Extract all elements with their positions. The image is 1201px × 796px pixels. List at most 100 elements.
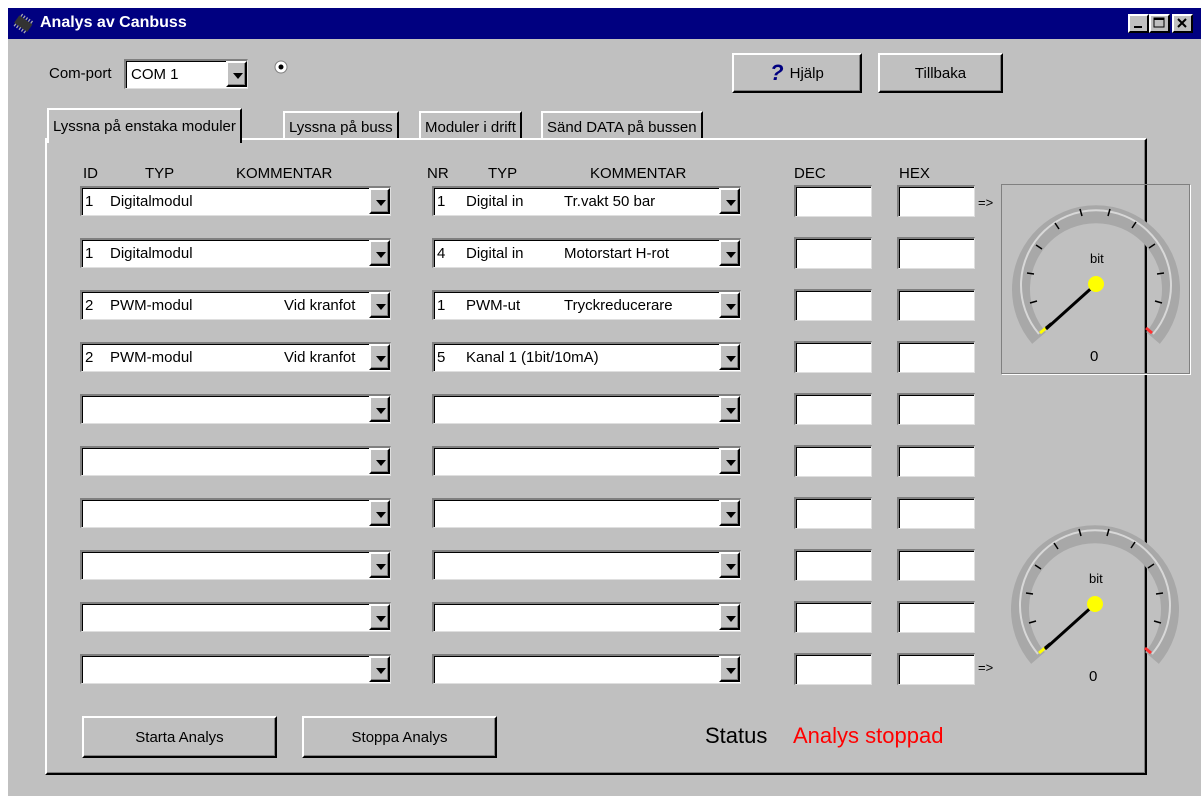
hex-field[interactable] — [897, 497, 975, 529]
dropdown-arrow-button[interactable] — [369, 240, 390, 266]
hex-field[interactable] — [897, 601, 975, 633]
arrow-marker: => — [978, 195, 994, 210]
dropdown-arrow-button[interactable] — [369, 344, 390, 370]
maximize-button[interactable] — [1149, 14, 1170, 33]
signal-field: 5 — [437, 349, 446, 366]
module-select[interactable] — [80, 394, 391, 424]
module-select[interactable]: 1 Digitalmodul — [80, 238, 391, 268]
hex-field[interactable] — [897, 393, 975, 425]
dec-field[interactable] — [794, 393, 872, 425]
chevron-down-icon — [376, 200, 386, 206]
module-select[interactable] — [80, 550, 391, 580]
signal-field: Motorstart H-rot — [564, 245, 670, 262]
module-select[interactable]: 2 PWM-modul Vid kranfot — [80, 342, 391, 372]
module-select[interactable] — [80, 498, 391, 528]
dropdown-arrow-button[interactable] — [369, 188, 390, 214]
header-kommentar: KOMMENTAR — [236, 165, 333, 182]
hex-field[interactable] — [897, 549, 975, 581]
module-field: 2 — [85, 297, 94, 314]
signal-select[interactable]: 1 PWM-ut Tryckreducerare — [432, 290, 741, 320]
module-select[interactable]: 2 PWM-modul Vid kranfot — [80, 290, 391, 320]
dropdown-arrow-button[interactable] — [719, 344, 740, 370]
chevron-down-icon — [726, 252, 736, 258]
dec-field[interactable] — [794, 601, 872, 633]
dec-field[interactable] — [794, 289, 872, 321]
minimize-icon — [1134, 26, 1142, 28]
module-select[interactable]: 1 Digitalmodul — [80, 186, 391, 216]
signal-select[interactable] — [432, 394, 741, 424]
dropdown-arrow-button[interactable] — [719, 240, 740, 266]
tab-sand-data[interactable]: Sänd DATA på bussen — [541, 111, 703, 141]
dropdown-arrow-button[interactable] — [369, 500, 390, 526]
gauge-dial — [1012, 205, 1180, 344]
hex-field[interactable] — [897, 445, 975, 477]
dropdown-arrow-button[interactable] — [369, 552, 390, 578]
help-button[interactable]: ? Hjälp — [732, 53, 862, 93]
module-select[interactable] — [80, 602, 391, 632]
dropdown-arrow-button[interactable] — [369, 292, 390, 318]
tab-moduler-drift[interactable]: Moduler i drift — [419, 111, 522, 141]
header-nr: NR — [427, 165, 449, 182]
signal-select[interactable] — [432, 498, 741, 528]
signal-select[interactable] — [432, 550, 741, 580]
minimize-button[interactable] — [1128, 14, 1149, 33]
radio-button[interactable] — [274, 60, 288, 74]
back-button[interactable]: Tillbaka — [878, 53, 1003, 93]
module-select[interactable] — [80, 446, 391, 476]
signal-select[interactable] — [432, 654, 741, 684]
dropdown-arrow-button[interactable] — [719, 188, 740, 214]
chevron-down-icon — [376, 304, 386, 310]
comport-value: COM 1 — [131, 66, 179, 83]
chip-icon — [13, 13, 34, 34]
dropdown-arrow-button[interactable] — [226, 61, 247, 87]
module-field: Digitalmodul — [110, 245, 193, 262]
hex-field[interactable] — [897, 653, 975, 685]
dropdown-arrow-button[interactable] — [369, 396, 390, 422]
header-typ-signal: TYP — [488, 165, 518, 182]
signal-select[interactable] — [432, 446, 741, 476]
hex-field[interactable] — [897, 185, 975, 217]
gauge-frame: bit 0 — [1001, 184, 1190, 374]
header-dec: DEC — [794, 165, 826, 182]
hex-field[interactable] — [897, 237, 975, 269]
gauge-unit: bit — [1090, 251, 1104, 266]
dec-field[interactable] — [794, 653, 872, 685]
dec-field[interactable] — [794, 445, 872, 477]
dropdown-arrow-button[interactable] — [719, 604, 740, 630]
dropdown-arrow-button[interactable] — [369, 448, 390, 474]
comport-select[interactable]: COM 1 — [124, 59, 248, 89]
dropdown-arrow-button[interactable] — [369, 656, 390, 682]
start-analysis-button[interactable]: Starta Analys — [82, 716, 277, 758]
hex-field[interactable] — [897, 341, 975, 373]
signal-select[interactable]: 4 Digital in Motorstart H-rot — [432, 238, 741, 268]
dec-field[interactable] — [794, 237, 872, 269]
dropdown-arrow-button[interactable] — [719, 552, 740, 578]
dec-field[interactable] — [794, 341, 872, 373]
status-label: Status — [705, 723, 768, 748]
dec-field[interactable] — [794, 185, 872, 217]
signal-field: Digital in — [466, 193, 524, 210]
dec-field[interactable] — [794, 549, 872, 581]
dropdown-arrow-button[interactable] — [719, 396, 740, 422]
stop-analysis-button[interactable]: Stoppa Analys — [302, 716, 497, 758]
chevron-down-icon — [376, 252, 386, 258]
hex-field[interactable] — [897, 289, 975, 321]
title-bar: Analys av Canbuss — [8, 8, 1201, 39]
dropdown-arrow-button[interactable] — [719, 292, 740, 318]
signal-select[interactable] — [432, 602, 741, 632]
module-select[interactable] — [80, 654, 391, 684]
chevron-down-icon — [376, 616, 386, 622]
module-field: Digitalmodul — [110, 193, 193, 210]
dropdown-arrow-button[interactable] — [719, 448, 740, 474]
signal-select[interactable]: 1 Digital in Tr.vakt 50 bar — [432, 186, 741, 216]
stop-analysis-label: Stoppa Analys — [351, 728, 448, 746]
dec-field[interactable] — [794, 497, 872, 529]
signal-select[interactable]: 5 Kanal 1 (1bit/10mA) — [432, 342, 741, 372]
gauge-frame: bit 0 — [1001, 505, 1190, 695]
dropdown-arrow-button[interactable] — [719, 500, 740, 526]
dropdown-arrow-button[interactable] — [369, 604, 390, 630]
close-button[interactable] — [1172, 14, 1193, 33]
dropdown-arrow-button[interactable] — [719, 656, 740, 682]
tab-lyssna-enstaka[interactable]: Lyssna på enstaka moduler — [47, 108, 242, 143]
tab-lyssna-buss[interactable]: Lyssna på buss — [283, 111, 399, 141]
